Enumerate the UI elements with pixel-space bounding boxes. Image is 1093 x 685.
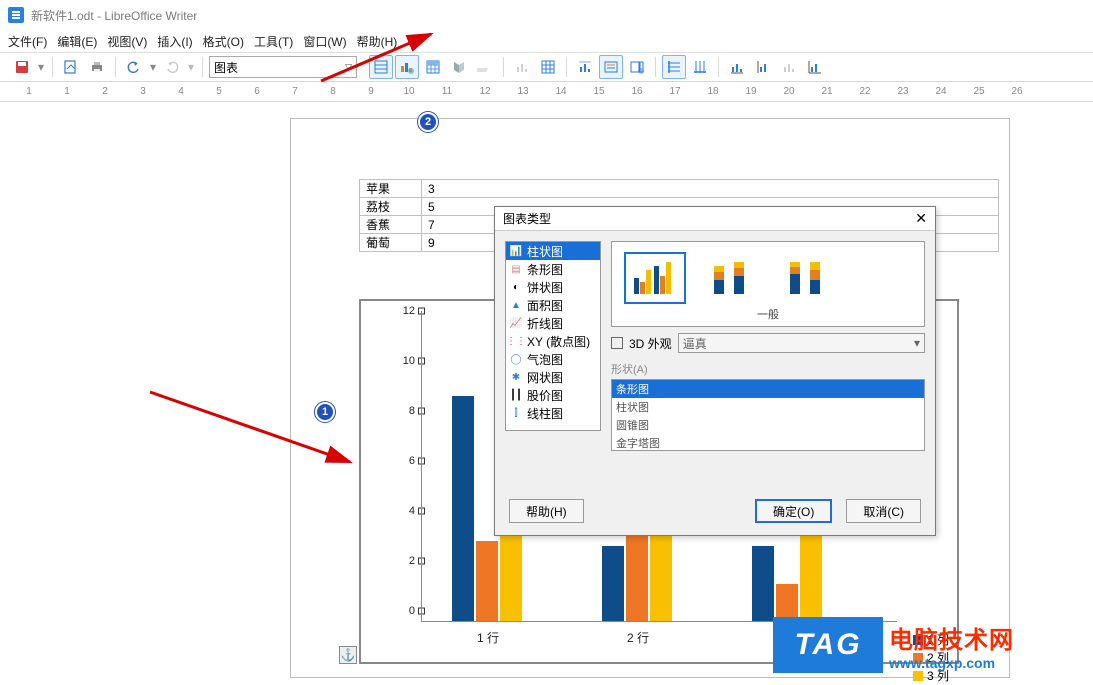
menu-view[interactable]: 视图(V) (103, 31, 151, 52)
chart-type-net[interactable]: ✱网状图 (506, 368, 600, 386)
cancel-button[interactable]: 取消(C) (846, 499, 921, 523)
annotation-badge-1: 1 (315, 402, 335, 422)
chart-type-combo[interactable]: ⫿线柱图 (506, 404, 600, 422)
shape-list[interactable]: 条形图 柱状图 圆锥图 金字塔图 (611, 379, 925, 451)
watermark-line2: www.tagxp.com (889, 655, 1014, 671)
menu-help[interactable]: 帮助(H) (353, 31, 402, 52)
help-button[interactable]: 帮助(H) (509, 499, 584, 523)
close-icon[interactable]: ✕ (915, 210, 927, 227)
menu-edit[interactable]: 编辑(E) (53, 31, 101, 52)
look3d-select[interactable]: 逼真▾ (678, 333, 925, 353)
shape-item[interactable]: 柱状图 (612, 398, 924, 416)
chart-floor-icon[interactable] (473, 55, 497, 79)
chart-subtype-panel: 一般 3D 外观 逼真▾ 形状(A) 条形图 柱状图 圆锥图 金字塔图 (611, 241, 925, 451)
shape-item[interactable]: 条形图 (612, 380, 924, 398)
chart-type-icon[interactable] (395, 55, 419, 79)
look3d-checkbox[interactable] (611, 337, 623, 349)
toolbar-separator (655, 57, 656, 77)
watermark-line1: 电脑技术网 (889, 620, 1014, 655)
undo-dropdown-icon[interactable]: ▾ (148, 55, 158, 79)
dialog-title-text: 图表类型 (503, 210, 551, 227)
axis-x-icon[interactable] (725, 55, 749, 79)
chevron-down-icon: ▽ (345, 62, 352, 73)
chevron-down-icon: ▾ (914, 336, 920, 350)
title-bar: 新软件1.odt - LibreOffice Writer (0, 0, 1093, 30)
menu-window[interactable]: 窗口(W) (299, 31, 350, 52)
ok-button[interactable]: 确定(O) (755, 499, 832, 523)
toolbar: ▾ ▾ ▾ 图表 ▽ (0, 52, 1093, 82)
paragraph-style-label: 图表 (214, 59, 238, 76)
legend-position-icon[interactable] (625, 55, 649, 79)
look3d-label: 3D 外观 (629, 335, 672, 352)
dialog-titlebar[interactable]: 图表类型 ✕ (495, 207, 935, 231)
window-title: 新软件1.odt - LibreOffice Writer (31, 7, 197, 24)
chart-type-area[interactable]: ▲面积图 (506, 296, 600, 314)
toolbar-separator (202, 57, 203, 77)
shape-item[interactable]: 金字塔图 (612, 434, 924, 452)
menu-tools[interactable]: 工具(T) (250, 31, 297, 52)
chart-subtype-stacked[interactable] (700, 252, 762, 304)
data-table-icon[interactable] (536, 55, 560, 79)
redo-dropdown-icon[interactable]: ▾ (186, 55, 196, 79)
chart-subtype-normal[interactable] (624, 252, 686, 304)
redo-icon[interactable] (160, 55, 184, 79)
undo-icon[interactable] (122, 55, 146, 79)
horizontal-ruler: /* ruler rendered by script below */ 112… (0, 82, 1093, 102)
chart-data-table-disabled-icon (510, 55, 534, 79)
chart-y-axis: 024681012 (391, 311, 421, 622)
toolbar-separator (503, 57, 504, 77)
toolbar-separator (718, 57, 719, 77)
save-icon[interactable] (10, 55, 34, 79)
axis-z-icon[interactable] (777, 55, 801, 79)
shape-header: 形状(A) (611, 361, 925, 377)
watermark: TAG 电脑技术网 www.tagxp.com (773, 615, 1093, 675)
chart-type-xy[interactable]: ⋮⋮XY (散点图) (506, 332, 600, 350)
menu-insert[interactable]: 插入(I) (153, 31, 196, 52)
axis-y-icon[interactable] (751, 55, 775, 79)
menu-bar: 文件(F) 编辑(E) 视图(V) 插入(I) 格式(O) 工具(T) 窗口(W… (0, 30, 1093, 52)
grid-vertical-icon[interactable] (688, 55, 712, 79)
anchor-icon[interactable]: ⚓ (339, 646, 357, 664)
export-pdf-icon[interactable] (59, 55, 83, 79)
grid-horizontal-icon[interactable] (662, 55, 686, 79)
toolbar-separator (115, 57, 116, 77)
chart-type-dialog: 图表类型 ✕ 📊柱状图 ▤条形图 ◐饼状图 ▲面积图 📈折线图 ⋮⋮XY (散点… (494, 206, 936, 536)
paragraph-style-select[interactable]: 图表 ▽ (209, 56, 357, 78)
shape-item[interactable]: 圆锥图 (612, 416, 924, 434)
chart-data-range-icon[interactable] (421, 55, 445, 79)
chart-type-column[interactable]: 📊柱状图 (506, 242, 600, 260)
axis-all-icon[interactable] (803, 55, 827, 79)
menu-format[interactable]: 格式(O) (199, 31, 248, 52)
subtype-caption: 一般 (757, 306, 779, 322)
chart-type-bubble[interactable]: ◯气泡图 (506, 350, 600, 368)
toolbar-separator (566, 57, 567, 77)
chart-type-stock[interactable]: ┃┃股价图 (506, 386, 600, 404)
watermark-tag: TAG (773, 617, 883, 673)
chart-wall-icon[interactable] (447, 55, 471, 79)
menu-file[interactable]: 文件(F) (4, 31, 51, 52)
legend-on-icon[interactable] (599, 55, 623, 79)
chart-type-pie[interactable]: ◐饼状图 (506, 278, 600, 296)
toolbar-separator (52, 57, 53, 77)
print-icon[interactable] (85, 55, 109, 79)
format-chart-area-icon[interactable] (369, 55, 393, 79)
save-dropdown-icon[interactable]: ▾ (36, 55, 46, 79)
chart-type-bar[interactable]: ▤条形图 (506, 260, 600, 278)
doc-icon (8, 7, 24, 23)
chart-type-list[interactable]: 📊柱状图 ▤条形图 ◐饼状图 ▲面积图 📈折线图 ⋮⋮XY (散点图) ◯气泡图… (505, 241, 601, 431)
annotation-badge-2: 2 (418, 112, 438, 132)
titles-icon[interactable] (573, 55, 597, 79)
chart-subtype-percent[interactable] (776, 252, 838, 304)
chart-type-line[interactable]: 📈折线图 (506, 314, 600, 332)
table-row: 苹果3 (360, 180, 999, 198)
